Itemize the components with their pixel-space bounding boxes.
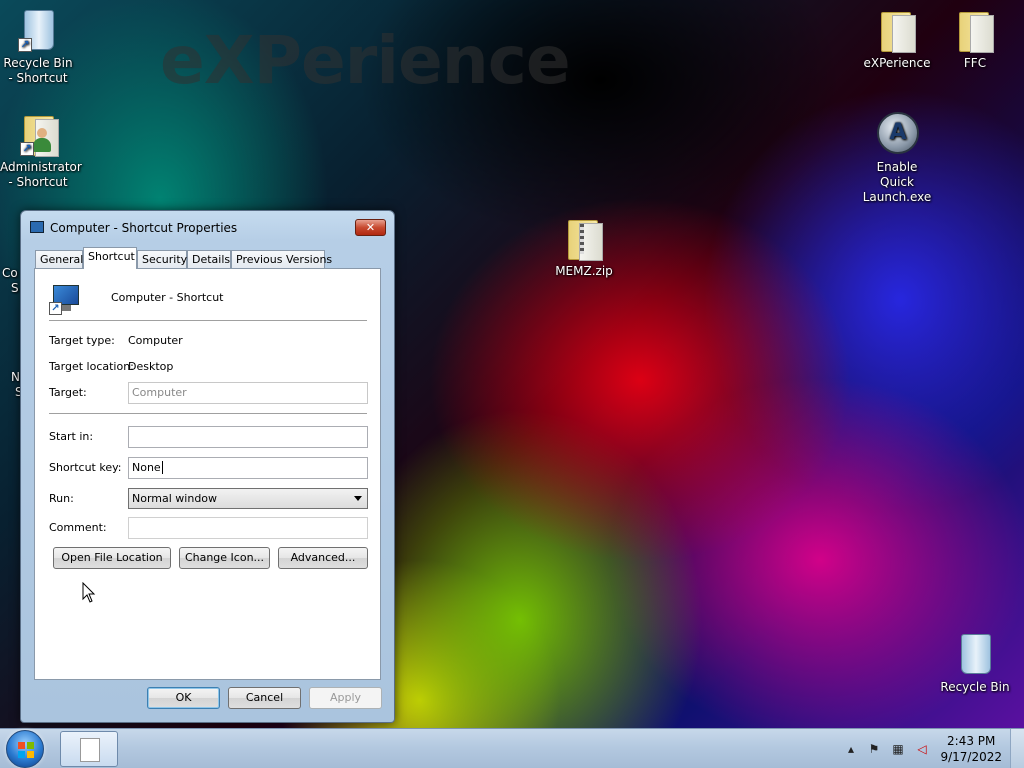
shortcut-key-field[interactable]: None <box>128 457 368 479</box>
comment-label: Comment: <box>49 521 107 534</box>
tab-shortcut[interactable]: Shortcut <box>83 247 137 269</box>
desktop-icon-administrator-shortcut[interactable]: ↗ Administrator - Shortcut <box>0 110 82 190</box>
start-in-label: Start in: <box>49 430 94 443</box>
chevron-down-icon <box>354 496 362 501</box>
desktop-icon-label: Enable Quick Launch.exe <box>862 160 932 204</box>
recycle-bin-icon: ↗ <box>14 6 62 54</box>
desktop-icon-enable-quick-launch[interactable]: A Enable Quick Launch.exe <box>859 110 935 205</box>
desktop-icon-memz-zip[interactable]: MEMZ.zip <box>546 214 622 279</box>
tab-general[interactable]: General <box>35 250 83 269</box>
user-folder-icon: ↗ <box>14 110 62 158</box>
folder-icon <box>951 6 999 54</box>
ok-button[interactable]: OK <box>147 687 220 709</box>
comment-field[interactable] <box>128 517 368 539</box>
run-select[interactable]: Normal window <box>128 488 368 509</box>
start-button[interactable] <box>6 730 44 768</box>
zip-folder-icon <box>560 214 608 262</box>
clock-time: 2:43 PM <box>947 734 996 748</box>
shortcut-key-label: Shortcut key: <box>49 461 122 474</box>
desktop-icon-partial[interactable]: Co S <box>2 266 22 296</box>
shortcut-tab-panel: ↗ Computer - Shortcut Target type: Compu… <box>34 268 381 680</box>
desktop-icon-label: S <box>15 385 22 399</box>
desktop-icon-label: Co <box>2 266 18 280</box>
desktop-icon-label: S <box>11 281 19 295</box>
close-button[interactable]: ✕ <box>355 219 386 236</box>
dialog-title: Computer - Shortcut Properties <box>50 221 238 235</box>
open-file-location-button[interactable]: Open File Location <box>53 547 171 569</box>
change-icon-button[interactable]: Change Icon... <box>179 547 270 569</box>
wallpaper-watermark: eXPerience <box>160 22 571 99</box>
desktop-icon-experience-folder[interactable]: eXPerience <box>859 6 935 71</box>
target-label: Target: <box>49 386 87 399</box>
recycle-bin-icon <box>951 630 999 678</box>
dialog-titlebar[interactable]: Computer - Shortcut Properties ✕ <box>21 211 394 241</box>
volume-muted-icon[interactable]: ◁ <box>914 741 930 757</box>
folder-icon <box>873 6 921 54</box>
desktop-icon-ffc-folder[interactable]: FFC <box>937 6 1013 71</box>
windows-logo-icon <box>18 742 34 758</box>
target-location-label: Target location: <box>49 360 134 373</box>
flag-icon[interactable]: ⚑ <box>866 741 882 757</box>
tab-details[interactable]: Details <box>187 250 231 269</box>
divider <box>49 413 367 414</box>
tab-previous-versions[interactable]: Previous Versions <box>231 250 332 269</box>
desktop-icon-label: MEMZ.zip <box>555 264 613 278</box>
show-desktop-button[interactable] <box>1010 729 1024 768</box>
run-label: Run: <box>49 492 74 505</box>
shortcut-properties-dialog: Computer - Shortcut Properties ✕ General… <box>20 210 395 723</box>
target-field: Computer <box>128 382 368 404</box>
mouse-cursor-icon <box>82 582 96 603</box>
start-in-field[interactable] <box>128 426 368 448</box>
tab-security[interactable]: Security <box>137 250 187 269</box>
computer-shortcut-icon: ↗ <box>49 283 81 315</box>
desktop-icon-label: eXPerience <box>863 56 931 70</box>
clock-date: 9/17/2022 <box>940 750 1002 764</box>
desktop-icon-label: N <box>11 370 20 384</box>
computer-icon <box>30 221 44 233</box>
desktop-icon-partial[interactable]: N S <box>2 370 22 400</box>
apply-button[interactable]: Apply <box>309 687 382 709</box>
shortcut-name: Computer - Shortcut <box>111 291 224 304</box>
target-type-value: Computer <box>128 334 183 347</box>
advanced-button[interactable]: Advanced... <box>278 547 368 569</box>
document-icon <box>80 738 100 762</box>
cancel-button[interactable]: Cancel <box>228 687 301 709</box>
run-select-value: Normal window <box>132 492 218 505</box>
desktop-icon-label: Recycle Bin - Shortcut <box>3 56 73 85</box>
desktop-icon-label: Recycle Bin <box>940 680 1010 694</box>
desktop-icon-label: FFC <box>963 56 987 70</box>
chevron-up-icon[interactable]: ▴ <box>843 741 859 757</box>
target-type-label: Target type: <box>49 334 115 347</box>
divider <box>49 320 367 321</box>
desktop-icon-recycle-bin[interactable]: Recycle Bin <box>937 630 1013 695</box>
taskbar-button-properties[interactable] <box>60 731 118 767</box>
desktop-icon-recycle-bin-shortcut[interactable]: ↗ Recycle Bin - Shortcut <box>0 6 76 86</box>
clock[interactable]: 2:43 PM 9/17/2022 <box>940 733 1002 765</box>
desktop-icon-label: Administrator - Shortcut <box>0 160 82 189</box>
target-location-value: Desktop <box>128 360 174 373</box>
network-icon[interactable]: ▦ <box>890 741 906 757</box>
taskbar: ▴ ⚑ ▦ ◁ 2:43 PM 9/17/2022 <box>0 728 1024 768</box>
quick-launch-app-icon: A <box>873 110 921 158</box>
shortcut-key-value: None <box>132 461 161 474</box>
